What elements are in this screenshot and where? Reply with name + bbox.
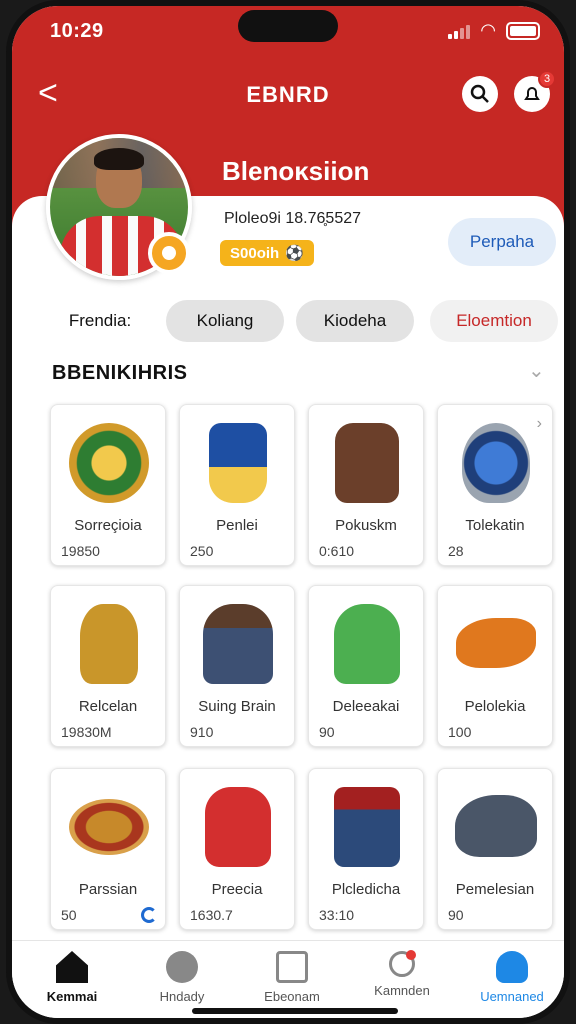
- item-card[interactable]: Pemelesian 90: [437, 768, 553, 930]
- item-card[interactable]: Plcledicha 33:10: [308, 768, 424, 930]
- nav-label: Hndady: [159, 989, 205, 1004]
- phone-frame: 10:29 ◠ < EBNRD 3 Blenoĸsiion Ploleo9i 1…: [6, 0, 570, 1024]
- tab-0[interactable]: Frendia:: [52, 300, 148, 342]
- home-indicator: [192, 1008, 398, 1014]
- notification-button[interactable]: 3: [514, 70, 556, 112]
- item-name: Parssian: [78, 881, 138, 898]
- profile-name: Blenoĸsiion: [222, 156, 370, 186]
- player-icon: [203, 604, 273, 684]
- jersey-icon: [209, 423, 267, 503]
- item-name: Preecia: [211, 881, 263, 898]
- status-time: 10:29: [50, 20, 104, 42]
- nav-label: Kamnden: [374, 983, 430, 998]
- coins-badge: S00oih ⚽: [220, 240, 314, 266]
- green-jersey-icon: [334, 604, 400, 684]
- drum-icon: [334, 787, 400, 867]
- red-bag-icon: [205, 787, 271, 867]
- item-name: Relcelan: [78, 698, 138, 715]
- item-name: Pokuskm: [335, 517, 397, 534]
- item-price: 90: [319, 724, 335, 740]
- chevron-down-icon[interactable]: ⌄: [528, 358, 545, 383]
- item-price: 50: [61, 907, 77, 923]
- item-card[interactable]: Relcelan 19830M: [50, 585, 166, 747]
- item-name: Deleeakai: [332, 698, 400, 715]
- item-name: Pelolekia: [464, 698, 526, 715]
- profile-stats: Ploleo9i 18.76̥5527: [224, 210, 362, 227]
- notification-dot: [406, 950, 416, 960]
- notification-badge: 3: [538, 70, 556, 88]
- search-icon: [389, 950, 416, 977]
- item-card[interactable]: Parssian 50: [50, 768, 166, 930]
- nav-search[interactable]: Kamnden: [352, 950, 452, 1011]
- tab-3[interactable]: Eloemtion: [430, 300, 558, 342]
- item-card[interactable]: Sorreçioia 19850: [50, 404, 166, 566]
- coins-value: S00oih: [230, 244, 280, 262]
- trophy-icon: [80, 604, 138, 684]
- item-price: 28: [448, 543, 464, 559]
- item-name: Penlei: [216, 517, 258, 534]
- tab-2[interactable]: Kiodeha: [296, 300, 414, 342]
- item-name: Tolekatin: [465, 517, 525, 534]
- emblem-icon: [69, 423, 149, 503]
- beast-icon: [455, 795, 537, 857]
- dragon-icon: [456, 618, 536, 668]
- nav-label: Uemnaned: [480, 989, 544, 1004]
- compass-icon: [166, 951, 198, 983]
- item-name: Plcledicha: [331, 881, 401, 898]
- section-title: BBENIKIHRIS: [52, 362, 188, 384]
- item-card[interactable]: Deleeakai 90: [308, 585, 424, 747]
- item-card[interactable]: Suing Brain 910: [179, 585, 295, 747]
- nav-home[interactable]: Kemmai: [22, 951, 122, 1011]
- wifi-icon: ◠: [480, 20, 496, 40]
- status-bar: 10:29 ◠: [12, 6, 564, 56]
- nav-explore[interactable]: Hndady: [132, 951, 232, 1011]
- nav-inventory[interactable]: Ebeonam: [242, 951, 342, 1011]
- bell-icon: [524, 87, 540, 100]
- item-price: 33:10: [319, 907, 355, 923]
- item-price: 19830M: [61, 724, 112, 740]
- battery-icon: [506, 21, 540, 40]
- camera-notch: [238, 10, 338, 42]
- dish-icon: [69, 799, 149, 855]
- item-card[interactable]: Preecia 1630.7: [179, 768, 295, 930]
- tab-1[interactable]: Koliang: [166, 300, 284, 342]
- item-name: Sorreçioia: [74, 517, 142, 534]
- item-price: 19850: [61, 543, 100, 559]
- item-card[interactable]: › Tolekatin 28: [437, 404, 553, 566]
- filter-tabs: Frendia: Koliang Kiodeha Eloemtion: [12, 300, 564, 344]
- coin-badge-icon: [148, 232, 190, 274]
- item-price: 90: [448, 907, 464, 923]
- search-icon: [470, 84, 489, 103]
- badge-icon: [462, 423, 530, 503]
- item-card[interactable]: Pelolekia 100: [437, 585, 553, 747]
- backpack-icon: [335, 423, 399, 503]
- nav-profile[interactable]: Uemnaned: [462, 951, 562, 1011]
- profile-action-button[interactable]: Perpaha: [448, 218, 556, 266]
- nav-label: Ebeonam: [264, 989, 320, 1004]
- user-icon: [496, 951, 528, 983]
- item-price: 910: [190, 724, 214, 740]
- item-price: 100: [448, 724, 472, 740]
- item-name: Pemelesian: [455, 881, 535, 898]
- avatar-hair: [94, 148, 144, 170]
- chevron-right-icon: ›: [536, 415, 542, 432]
- item-name: Suing Brain: [198, 698, 276, 715]
- item-price: 0:610: [319, 543, 355, 559]
- home-icon: [56, 951, 88, 983]
- ball-icon: ⚽: [285, 245, 304, 262]
- status-icons: ◠: [448, 20, 540, 41]
- signal-icon: [448, 23, 471, 39]
- item-price: 1630.7: [190, 907, 233, 923]
- item-card[interactable]: Penlei 250: [179, 404, 295, 566]
- item-card[interactable]: Pokuskm 0:610: [308, 404, 424, 566]
- loading-icon: [141, 907, 157, 923]
- search-button[interactable]: [462, 76, 498, 112]
- clipboard-icon: [276, 951, 308, 983]
- item-price: 250: [190, 543, 214, 559]
- nav-label: Kemmai: [46, 989, 98, 1004]
